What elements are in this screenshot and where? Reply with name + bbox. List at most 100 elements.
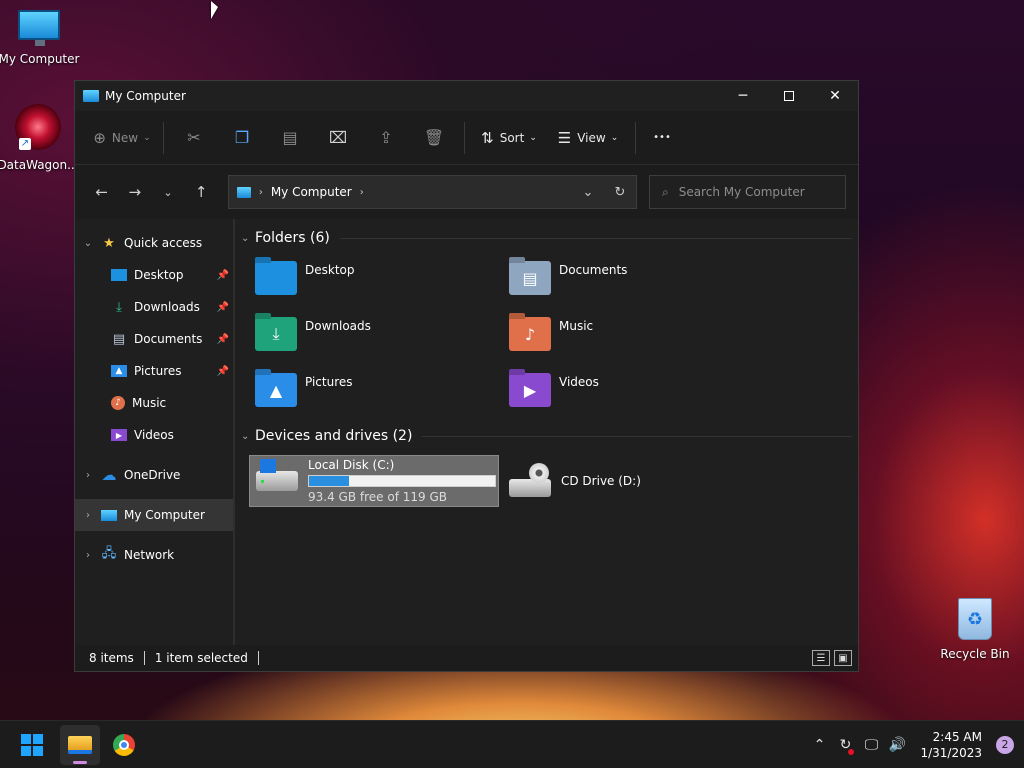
delete-button[interactable]: 🗑 [410,122,458,154]
sidebar-item-label: Music [132,396,167,410]
downloads-folder-icon: ⤓ [255,317,297,351]
chevron-right-icon[interactable]: › [75,510,101,521]
desktop-icon-recycle-bin[interactable]: Recycle Bin [933,598,1017,661]
recent-locations-button[interactable]: ⌄ [153,177,182,207]
documents-folder-icon: ▤ [509,261,551,295]
address-history-button[interactable]: ⌄ [572,185,604,200]
close-button[interactable]: ✕ [812,81,858,111]
chevron-down-icon: ⌄ [529,132,537,143]
network-icon: 🖧 [101,546,117,561]
sidebar-item-onedrive[interactable]: › ☁ OneDrive [75,459,233,491]
address-bar[interactable]: › My Computer › ⌄ ↻ [227,175,637,209]
more-options-button[interactable]: ••• [642,122,682,154]
desktop-icon-label: My Computer [0,52,80,66]
item-count: 8 items [89,651,134,665]
sidebar-item-my-computer[interactable]: › My Computer [75,499,233,531]
sidebar-item-network[interactable]: › 🖧 Network [75,539,233,571]
sidebar-item-documents[interactable]: ▤ Documents 📌 [75,323,233,355]
recycle-bin-icon [958,598,992,640]
star-icon: ★ [103,235,115,251]
paste-button[interactable]: ▤ [266,122,314,154]
sort-button[interactable]: ⇅ Sort ⌄ [471,122,547,154]
chevron-down-icon[interactable]: ⌄ [75,238,101,249]
taskbar-file-explorer[interactable] [60,724,100,765]
scissors-icon: ✂ [187,128,201,147]
minimize-button[interactable]: ─ [720,81,766,111]
sidebar-item-label: Downloads [134,300,200,314]
folder-downloads[interactable]: ⤓ Downloads [255,309,509,365]
share-button[interactable]: ⇪ [362,122,410,154]
desktop-icon-my-computer[interactable]: My Computer [0,10,81,66]
desktop-icon-datawagon[interactable]: ↗ DataWagon... [0,104,80,172]
tiles-view-button[interactable]: ▣ [834,650,852,666]
chevron-down-icon: ⌄ [241,430,250,442]
forward-button[interactable]: → [120,177,149,207]
maximize-button[interactable] [766,81,812,111]
volume-button[interactable]: 🔊 [884,737,910,753]
drive-cd-d[interactable]: CD Drive (D:) [503,455,757,507]
arrow-left-icon: ← [95,183,108,201]
chrome-icon [113,733,135,756]
plus-circle-icon: ⊕ [93,128,106,147]
sidebar-item-label: Quick access [124,236,203,250]
notification-badge[interactable]: 2 [996,735,1014,754]
refresh-button[interactable]: ↻ [604,185,636,200]
view-button[interactable]: ☰ View ⌄ [547,122,629,154]
sidebar-item-quick-access[interactable]: ⌄ ★ Quick access [75,227,233,259]
cd-drive-icon [509,463,551,497]
folder-name: Music [559,319,594,333]
folder-desktop[interactable]: Desktop [255,253,509,309]
folder-videos[interactable]: ▶ Videos [509,365,763,421]
sidebar-item-music[interactable]: ♪ Music [75,387,233,419]
details-view-button[interactable]: ☰ [812,650,830,666]
rename-icon: ⌧ [328,128,348,147]
folders-grid: Desktop ▤ Documents ⤓ Downloads ♪ Music … [241,253,852,421]
sort-icon: ⇅ [481,128,494,147]
sync-status-button[interactable]: ↻ [832,737,858,755]
pin-icon: 📌 [216,269,229,281]
title-bar[interactable]: My Computer ─ ✕ [75,81,858,111]
chevron-right-icon[interactable]: › [75,470,101,481]
system-tray: ⌃ ↻ 🖵 🔊 2:45 AM 1/31/2023 2 [806,721,1024,768]
folder-pictures[interactable]: ▲ Pictures [255,365,509,421]
computer-icon [83,90,99,102]
copy-button[interactable]: ❐ [218,122,266,154]
desktop-folder-icon [255,261,297,295]
cut-button[interactable]: ✂ [170,122,218,154]
sidebar-item-downloads[interactable]: ⤓ Downloads 📌 [75,291,233,323]
music-folder-icon: ♪ [509,317,551,351]
sidebar-item-pictures[interactable]: ▲ Pictures 📌 [75,355,233,387]
start-button[interactable] [12,725,52,765]
network-status-button[interactable]: 🖵 [858,737,884,753]
videos-folder-icon: ▶ [509,373,551,407]
folder-name: Videos [559,375,599,389]
pictures-icon: ▲ [111,365,127,377]
folder-documents[interactable]: ▤ Documents [509,253,763,309]
monitor-icon [18,10,60,46]
sidebar-item-videos[interactable]: ▶ Videos [75,419,233,451]
rename-button[interactable]: ⌧ [314,122,362,154]
breadcrumb-separator-icon[interactable]: › [360,187,364,198]
sidebar-item-label: Desktop [134,268,184,282]
folder-music[interactable]: ♪ Music [509,309,763,365]
clock[interactable]: 2:45 AM 1/31/2023 [920,729,982,761]
sidebar-item-desktop[interactable]: Desktop 📌 [75,259,233,291]
new-button[interactable]: ⊕ New ⌄ [87,122,157,154]
search-box[interactable]: ⌕ [648,175,846,209]
chevron-down-icon: ⌄ [163,185,173,199]
back-button[interactable]: ← [87,177,116,207]
search-input[interactable] [678,185,829,199]
breadcrumb-my-computer[interactable]: My Computer [271,185,352,199]
devices-group-header[interactable]: ⌄ Devices and drives (2) [241,421,852,451]
taskbar-chrome[interactable] [104,725,144,765]
folder-name: Downloads [305,319,371,333]
chevron-right-icon[interactable]: › [75,550,101,561]
sidebar-item-label: OneDrive [124,468,181,482]
chevron-down-icon: ⌄ [241,232,250,244]
up-button[interactable]: ↑ [187,177,216,207]
folders-group-header[interactable]: ⌄ Folders (6) [241,223,852,253]
show-hidden-icons-button[interactable]: ⌃ [806,737,832,753]
mouse-cursor-icon [211,1,218,19]
drive-local-disk-c[interactable]: Local Disk (C:) 93.4 GB free of 119 GB [249,455,499,507]
sort-label: Sort [499,130,525,145]
